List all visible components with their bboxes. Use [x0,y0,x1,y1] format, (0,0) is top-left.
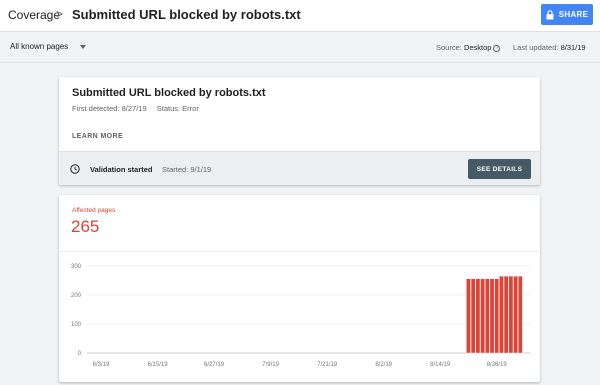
chart-bar [503,275,509,354]
chart-bar [489,278,495,354]
chart-bar [517,275,523,354]
y-tick-label: 300 [71,264,82,270]
x-tick-label: 6/3/19 [93,362,110,368]
x-tick-label: 6/15/19 [148,362,169,368]
x-tick-label: 7/21/19 [317,362,338,368]
page-title: Submitted URL blocked by robots.txt [72,7,301,22]
chart-bar [470,278,476,354]
affected-pages-chart: 0 100 200 300 6/3/19 6/15/19 6/27/19 7/9/19 7/21… [71,264,531,368]
y-tick-label: 100 [71,322,82,328]
chart-bar [480,278,485,354]
chart-bar [466,278,471,354]
filter-bar: All known pages Source: Desktop? Last up… [0,33,600,63]
last-updated: Last updated: 8/31/19 [513,43,586,52]
see-details-button[interactable]: SEE DETAILS [468,159,531,179]
first-detected: First detected: 8/27/19 [72,104,147,113]
validation-started-date: Started: 9/1/19 [162,165,212,174]
issue-status: Status: Error [156,104,199,113]
x-tick-label: 8/2/19 [375,362,392,368]
last-updated-value: 8/31/19 [560,43,586,52]
source-indicator: Source: Desktop? [436,43,501,52]
chart-bar [475,278,481,354]
share-button-label: SHARE [558,10,589,19]
affected-pages-card: Affected pages 265 0 100 200 300 6/3/19 6/15/… [59,195,540,382]
breadcrumb-separator-icon: > [56,7,64,21]
issue-title: Submitted URL blocked by robots.txt [72,87,266,99]
chart-bar [494,278,500,354]
chevron-down-icon [80,44,87,49]
learn-more-link[interactable]: LEARN MORE [72,133,123,140]
issue-meta: First detected: 8/27/19 Status: Error [72,104,199,113]
share-button[interactable]: SHARE [541,4,593,25]
x-tick-label: 7/9/19 [262,362,279,368]
chart-bar [513,275,518,354]
source-value: Desktop [463,43,492,52]
chart-bar [508,275,514,354]
pages-filter-value: All known pages [10,42,69,51]
x-tick-label: 8/26/19 [487,362,508,368]
top-bar: Coverage > Submitted URL blocked by robo… [0,0,600,32]
pages-filter-dropdown[interactable]: All known pages [10,42,87,51]
breadcrumb-coverage-link[interactable]: Coverage [8,8,60,22]
y-tick-label: 200 [71,293,82,299]
chart-bar [499,275,504,354]
x-tick-label: 8/14/19 [430,362,451,368]
clock-icon [70,164,80,174]
source-label: Source: [436,43,462,52]
validation-row: Validation started Started: 9/1/19 SEE D… [59,151,540,185]
issue-card: Submitted URL blocked by robots.txt Firs… [59,77,540,185]
validation-status: Validation started [90,165,153,174]
help-icon[interactable]: ? [493,44,501,52]
x-tick-label: 6/27/19 [204,362,225,368]
lock-icon [546,9,554,19]
chart-bar [485,278,490,354]
last-updated-label: Last updated: [513,43,559,52]
y-tick-label: 0 [78,351,82,357]
